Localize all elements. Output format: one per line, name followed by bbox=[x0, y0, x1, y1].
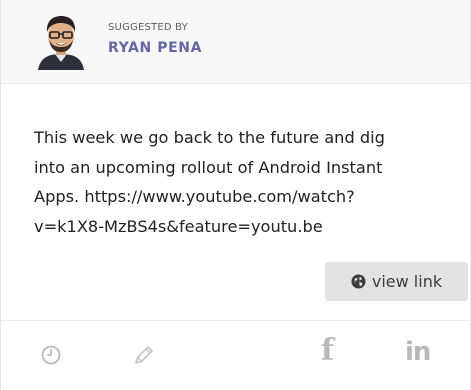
post-message: This week we go back to the future and d… bbox=[34, 123, 454, 241]
avatar bbox=[38, 16, 84, 70]
clock-icon[interactable] bbox=[41, 345, 61, 365]
globe-icon bbox=[351, 274, 366, 289]
view-link-label: view link bbox=[371, 272, 443, 291]
card-header: SUGGESTED BY RYAN PENA bbox=[1, 0, 470, 84]
author-name[interactable]: RYAN PENA bbox=[108, 40, 202, 56]
pencil-icon[interactable] bbox=[132, 343, 156, 367]
post-message-line: v=k1X8-MzBS4s&feature=youtu.be bbox=[34, 216, 323, 236]
view-link-button[interactable]: view link bbox=[325, 262, 468, 301]
facebook-icon[interactable]: f bbox=[321, 336, 334, 366]
suggested-post-card: SUGGESTED BY RYAN PENA This week we go b… bbox=[0, 0, 471, 390]
suggested-by-label: SUGGESTED BY bbox=[108, 22, 188, 33]
card-footer: f in bbox=[1, 321, 470, 390]
post-message-line: into an upcoming rollout of Android Inst… bbox=[34, 157, 383, 177]
linkedin-icon[interactable]: in bbox=[405, 339, 431, 365]
post-message-line: This week we go back to the future and d… bbox=[34, 128, 385, 147]
post-message-line: Apps. https://www.youtube.com/watch? bbox=[34, 187, 355, 206]
